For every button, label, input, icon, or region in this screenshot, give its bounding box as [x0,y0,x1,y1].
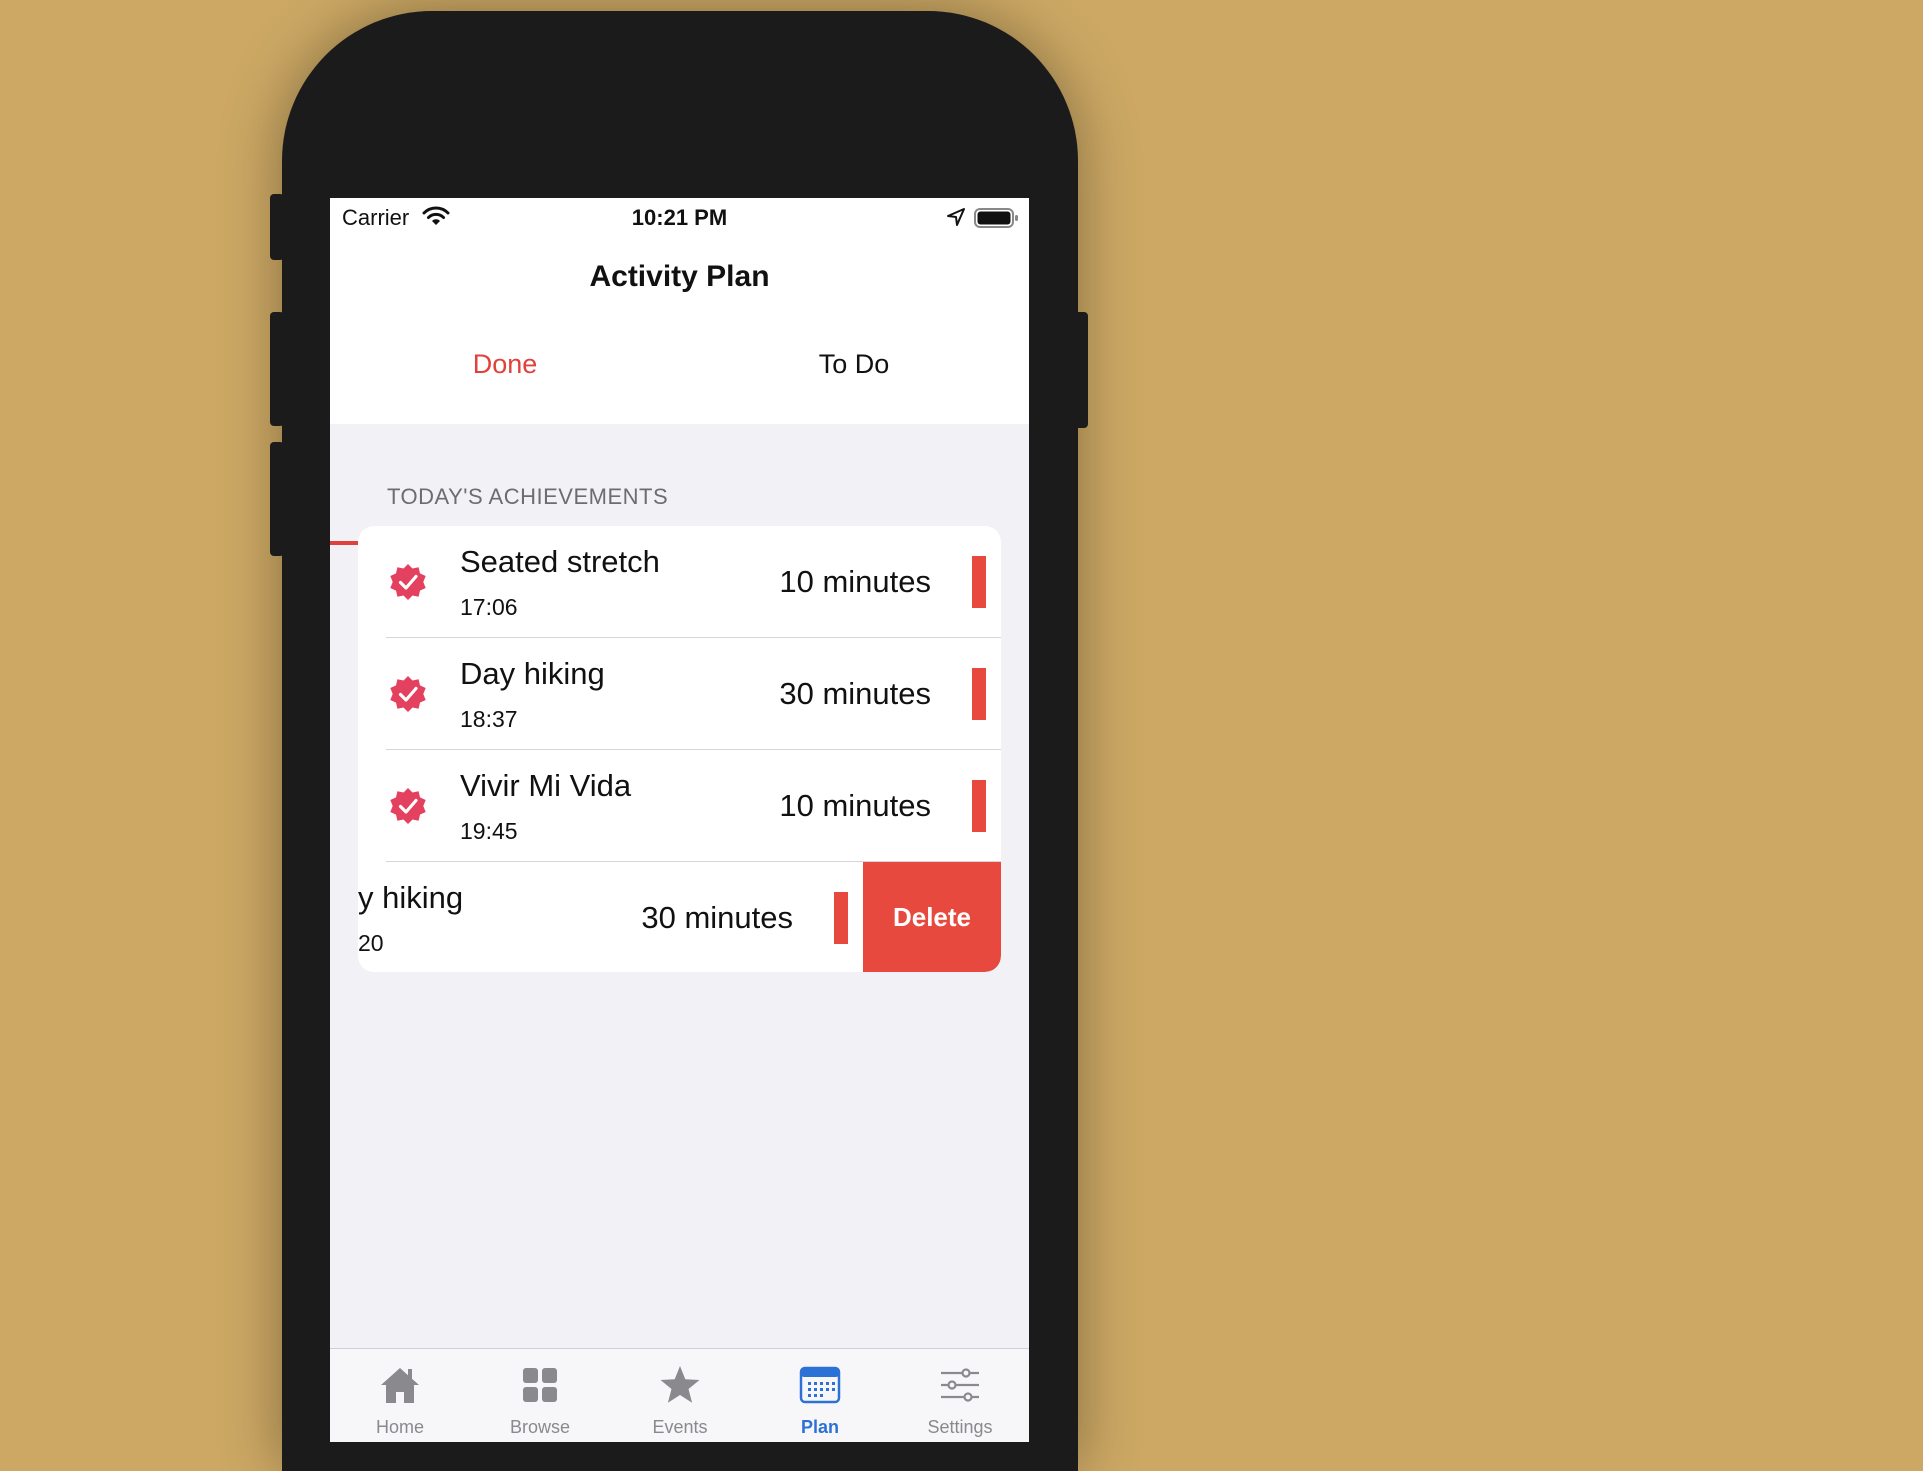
activity-duration: 30 minutes [641,900,793,935]
activity-time: 18:37 [460,706,518,732]
activity-duration: 10 minutes [779,564,931,599]
activity-title: y hiking [358,880,464,915]
checkmark-badge-icon [390,564,426,600]
status-bar: Carrier 10:21 PM [330,198,1029,236]
calendar-icon [799,1366,841,1404]
activity-title: Vivir Mi Vida [460,768,632,803]
activity-title: Day hiking [460,656,605,691]
mute-switch [270,194,284,260]
tab-done[interactable]: Done [330,318,680,424]
status-time: 10:21 PM [631,205,728,230]
tab-plan[interactable]: Plan [750,1349,890,1442]
volume-up-button [270,312,284,426]
activity-color-marker [972,556,986,608]
tab-home[interactable]: Home [330,1349,470,1442]
activity-color-marker [972,780,986,832]
activity-duration: 30 minutes [779,676,931,711]
swiped-list-item[interactable]: y hiking 20 30 minutes Delete [358,862,1001,972]
activity-time: 17:06 [460,594,518,620]
tab-browse[interactable]: Browse [470,1349,610,1442]
section-header: TODAY'S ACHIEVEMENTS [387,484,669,509]
app-screen: Carrier 10:21 PM Activity Plan Done To D… [330,198,1029,1442]
achievements-list: Seated stretch 17:06 10 minutes Day hiki… [358,526,1001,972]
page-title: Activity Plan [589,260,770,293]
list-item[interactable]: Day hiking 18:37 30 minutes [358,638,1001,750]
segment-tabs: Done To Do [330,318,1029,545]
list-item[interactable]: Vivir Mi Vida 19:45 10 minutes [358,750,1001,862]
star-icon [660,1366,700,1403]
tab-label: Home [375,1417,424,1437]
activity-color-marker [972,668,986,720]
bottom-tab-bar: Home Browse Events Plan Settings [330,1348,1029,1442]
sliders-icon [941,1368,979,1402]
volume-down-button [270,442,284,556]
grid-icon [523,1368,557,1402]
battery-icon [974,208,1018,228]
checkmark-badge-icon [390,788,426,824]
tab-to-do[interactable]: To Do [679,318,1029,424]
location-arrow-icon [947,208,965,226]
tab-label: Plan [800,1417,839,1437]
activity-color-marker [834,892,848,944]
swiped-row-content[interactable]: y hiking 20 30 minutes [358,862,863,972]
activity-time: 19:45 [460,818,518,844]
navigation-bar: Activity Plan [330,236,1029,318]
home-icon [381,1368,419,1403]
tab-label: Browse [509,1417,571,1437]
tab-events[interactable]: Events [610,1349,750,1442]
activity-duration: 10 minutes [779,788,931,823]
checkmark-badge-icon [390,676,426,712]
power-button [1074,312,1088,428]
tab-label: Events [652,1417,708,1437]
tab-label: Settings [927,1417,993,1437]
delete-button[interactable]: Delete [863,862,1001,972]
list-item[interactable]: Seated stretch 17:06 10 minutes [358,526,1001,638]
activity-title: Seated stretch [460,544,660,579]
activity-time: 20 [358,930,384,956]
tab-settings[interactable]: Settings [890,1349,1029,1442]
